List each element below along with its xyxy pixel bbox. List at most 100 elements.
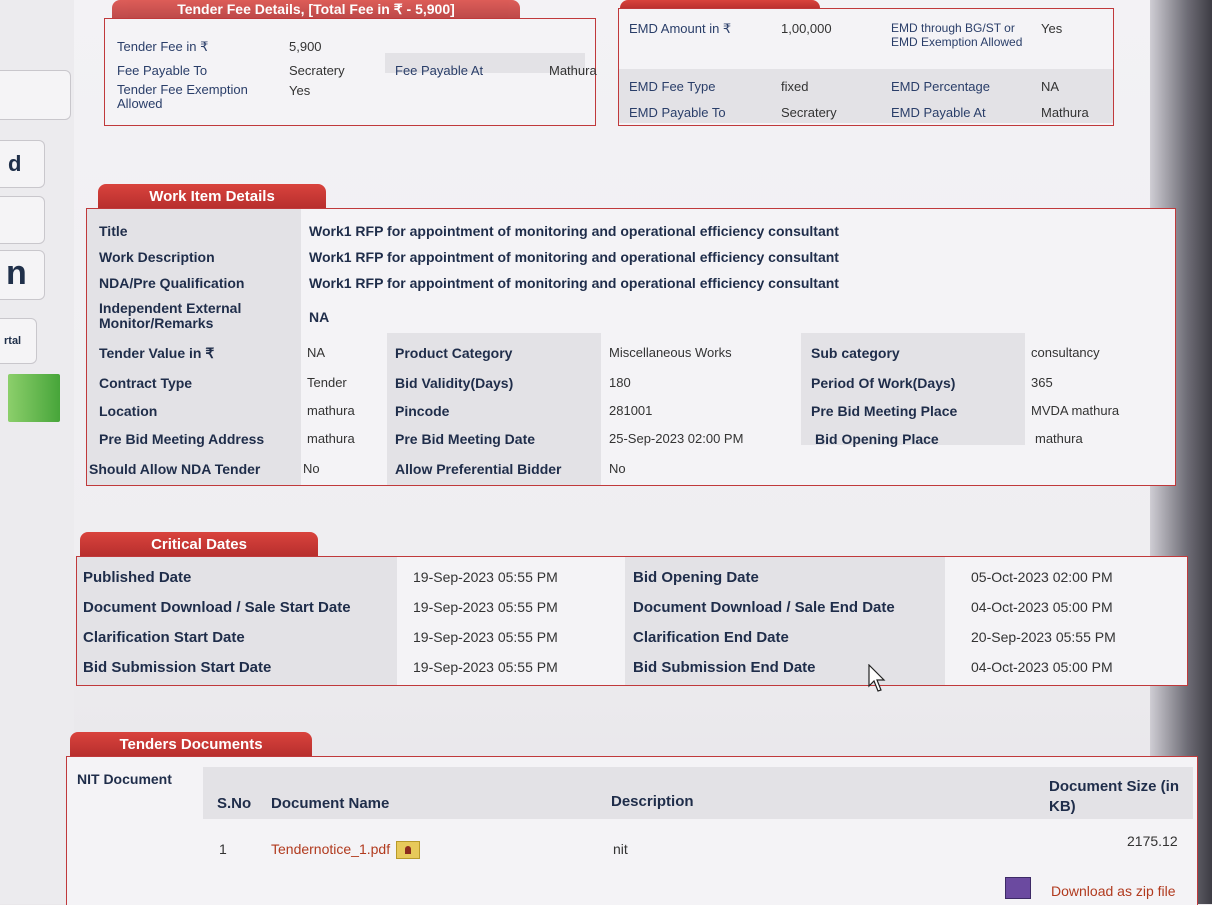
allow-nda-label: Should Allow NDA Tender <box>89 461 261 477</box>
critical-dates-tab-text: Critical Dates <box>151 536 247 553</box>
emd-payable-to-value: Secratery <box>781 105 837 120</box>
sidebar-tile-logo[interactable] <box>0 196 45 244</box>
pincode-value: 281001 <box>609 403 653 418</box>
sub-category-value: consultancy <box>1031 345 1100 360</box>
critical-dates-panel: Published Date 19-Sep-2023 05:55 PM Bid Op… <box>76 556 1188 686</box>
fee-payable-to-label: Fee Payable To <box>117 63 208 78</box>
work-item-panel: Title Work1 RFP for appointment of monit… <box>86 208 1176 486</box>
doc-row-desc: nit <box>613 841 628 857</box>
fee-payable-to-value: Secratery <box>289 63 345 78</box>
product-category-label: Product Category <box>395 345 513 361</box>
tender-fee-label: Tender Fee in ₹ <box>117 39 209 54</box>
critical-date-label-left: Document Download / Sale Start Date <box>83 599 351 616</box>
document-link[interactable]: Tendernotice_1.pdf <box>271 841 390 857</box>
sidebar-tile-n[interactable]: n <box>0 250 45 300</box>
nda-value: Work1 RFP for appointment of monitoring … <box>309 275 839 291</box>
contract-type-value: Tender <box>307 375 347 390</box>
prebid-address-label: Pre Bid Meeting Address <box>99 431 265 447</box>
documents-panel: NIT Document S.No Document Name Descript… <box>66 756 1198 905</box>
bid-validity-label: Bid Validity(Days) <box>395 375 514 391</box>
allow-nda-value: No <box>303 461 320 476</box>
emd-through-label: EMD through BG/ST or EMD Exemption Allow… <box>891 21 1023 49</box>
tender-fee-value: 5,900 <box>289 39 322 54</box>
emd-fee-type-value: fixed <box>781 79 809 94</box>
critical-date-label-right: Document Download / Sale End Date <box>633 599 895 616</box>
critical-date-value-left: 19-Sep-2023 05:55 PM <box>413 659 558 675</box>
work-desc-value: Work1 RFP for appointment of monitoring … <box>309 249 839 265</box>
documents-tab-text: Tenders Documents <box>119 736 263 753</box>
period-of-work-value: 365 <box>1031 375 1053 390</box>
emd-payable-to-label: EMD Payable To <box>629 105 726 120</box>
product-category-value: Miscellaneous Works <box>609 345 732 360</box>
sidebar-tile-top[interactable] <box>0 70 71 120</box>
tender-value-value: NA <box>307 345 326 360</box>
location-value: mathura <box>307 403 355 418</box>
period-of-work-label: Period Of Work(Days) <box>811 375 956 391</box>
prebid-address-value: mathura <box>307 431 355 446</box>
critical-date-label-right: Clarification End Date <box>633 629 789 646</box>
doc-row-name-cell: Tendernotice_1.pdf <box>271 841 421 860</box>
sidebar-tile-n-text: n <box>6 254 27 292</box>
critical-date-value-left: 19-Sep-2023 05:55 PM <box>413 569 558 585</box>
sidebar-green-button[interactable] <box>8 374 60 422</box>
sidebar-tile-portal[interactable]: rtal <box>0 318 37 364</box>
critical-date-value-right: 04-Oct-2023 05:00 PM <box>971 599 1113 615</box>
doc-row-size: 2175.12 <box>1127 833 1178 849</box>
critical-date-value-right: 05-Oct-2023 02:00 PM <box>971 569 1113 585</box>
prebid-date-value: 25-Sep-2023 02:00 PM <box>609 431 744 446</box>
prebid-place-label: Pre Bid Meeting Place <box>811 403 958 419</box>
work-item-tab-text: Work Item Details <box>149 188 275 205</box>
doc-row-sno: 1 <box>219 841 227 857</box>
col-sno-header: S.No <box>217 795 252 812</box>
fee-exemption-label: Tender Fee Exemption Allowed <box>117 82 248 111</box>
pref-bidder-label: Allow Preferential Bidder <box>395 461 562 477</box>
tender-value-label: Tender Value in ₹ <box>99 345 215 361</box>
location-label: Location <box>99 403 158 419</box>
fee-payable-at-label: Fee Payable At <box>395 63 484 78</box>
sidebar-tile-d[interactable]: d <box>0 140 45 188</box>
critical-date-label-right: Bid Submission End Date <box>633 659 816 676</box>
emd-payable-at-value: Mathura <box>1041 105 1089 120</box>
nit-document-label: NIT Document <box>77 771 172 787</box>
sidebar-tile-portal-text: rtal <box>4 335 22 347</box>
sub-category-label: Sub category <box>811 345 900 361</box>
col-size-header: Document Size (in KB) <box>1049 778 1180 815</box>
work-item-tab: Work Item Details <box>98 184 326 210</box>
emd-payable-at-label: EMD Payable At <box>891 105 986 120</box>
tender-fee-tab-text: Tender Fee Details, [Total Fee in ₹ - 5,… <box>177 1 455 17</box>
pref-bidder-value: No <box>609 461 626 476</box>
bid-validity-value: 180 <box>609 375 631 390</box>
contract-type-label: Contract Type <box>99 375 193 391</box>
work-desc-label: Work Description <box>99 249 215 265</box>
emd-panel: EMD Amount in ₹ 1,00,000 EMD through BG/… <box>618 8 1114 126</box>
tender-fee-tab: Tender Fee Details, [Total Fee in ₹ - 5,… <box>112 0 520 18</box>
emd-amount-label: EMD Amount in ₹ <box>629 21 732 36</box>
critical-date-label-left: Bid Submission Start Date <box>83 659 272 676</box>
critical-dates-tab: Critical Dates <box>80 532 318 558</box>
critical-date-value-right: 20-Sep-2023 05:55 PM <box>971 629 1116 645</box>
critical-date-label-left: Published Date <box>83 569 192 586</box>
bid-opening-place-label: Bid Opening Place <box>815 431 939 447</box>
monitor-label: Independent External Monitor/Remarks <box>99 300 242 331</box>
fee-exemption-value: Yes <box>289 83 311 98</box>
fee-payable-at-value: Mathura <box>549 63 597 78</box>
bid-opening-place-value: mathura <box>1035 431 1083 446</box>
emd-percentage-value: NA <box>1041 79 1060 94</box>
emd-through-value: Yes <box>1041 21 1063 36</box>
download-zip-link[interactable]: Download as zip file <box>1051 883 1176 899</box>
left-sidebar <box>0 0 74 904</box>
critical-date-value-left: 19-Sep-2023 05:55 PM <box>413 629 558 645</box>
col-name-header: Document Name <box>271 795 390 812</box>
title-label: Title <box>99 223 128 239</box>
emd-fee-type-label: EMD Fee Type <box>629 79 716 94</box>
emd-percentage-label: EMD Percentage <box>891 79 990 94</box>
signature-icon[interactable] <box>396 841 421 860</box>
prebid-date-label: Pre Bid Meeting Date <box>395 431 536 447</box>
title-value: Work1 RFP for appointment of monitoring … <box>309 223 839 239</box>
critical-date-label-right: Bid Opening Date <box>633 569 759 586</box>
critical-date-label-left: Clarification Start Date <box>83 629 245 646</box>
zip-file-icon[interactable] <box>1005 877 1031 899</box>
pincode-label: Pincode <box>395 403 450 419</box>
emd-amount-value: 1,00,000 <box>781 21 832 36</box>
nda-label: NDA/Pre Qualification <box>99 275 245 291</box>
